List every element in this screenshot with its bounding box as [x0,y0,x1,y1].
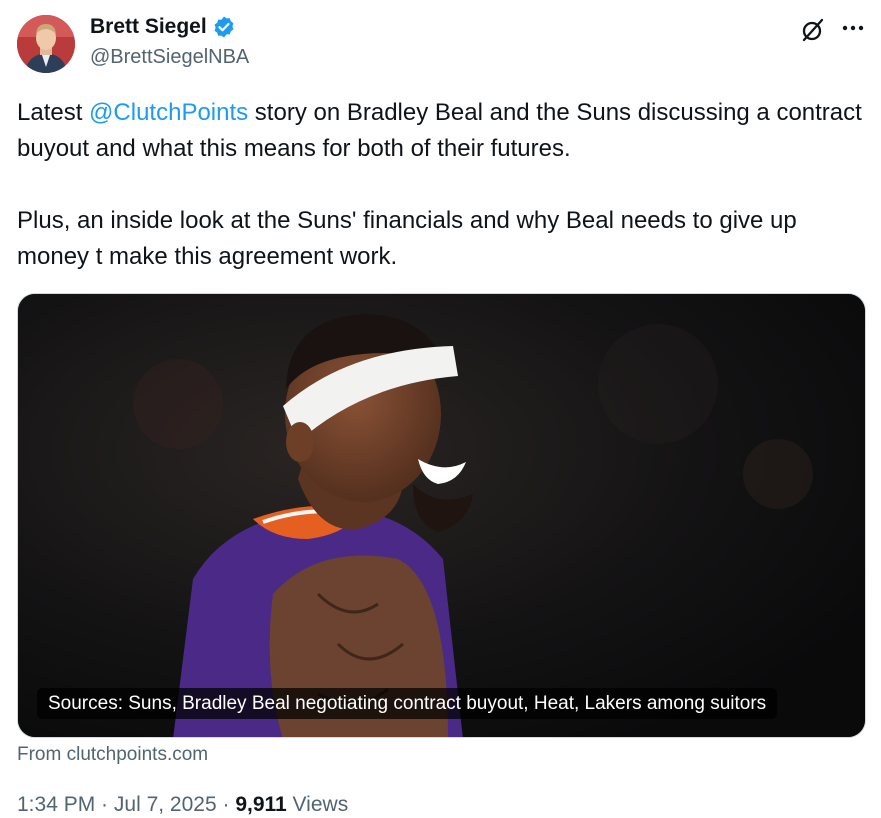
tweet-paragraph-1: Latest @ClutchPoints story on Bradley Be… [17,99,862,162]
tweet-meta: 1:34 PM · Jul 7, 2025 · 9,911 Views [17,793,349,816]
link-card[interactable]: Sources: Suns, Bradley Beal negotiating … [17,293,866,738]
author-avatar[interactable] [17,15,75,73]
tweet-text: Latest @ClutchPoints story on Bradley Be… [17,95,872,275]
more-options-icon[interactable] [840,17,866,43]
verified-badge-icon [212,15,236,39]
article-image [18,294,865,737]
views-count: 9,911 [235,793,287,816]
author-handle[interactable]: @BrettSiegelNBA [90,46,249,69]
card-source[interactable]: From clutchpoints.com [17,744,208,766]
grok-icon[interactable] [800,17,826,43]
tweet-date[interactable]: Jul 7, 2025 [114,793,217,816]
avatar-photo-icon [17,15,75,73]
mention-link[interactable]: @ClutchPoints [89,99,248,126]
author-display-name[interactable]: Brett Siegel [90,15,207,39]
card-caption: Sources: Suns, Bradley Beal negotiating … [37,688,778,719]
tweet-paragraph-2: Plus, an inside look at the Suns' financ… [17,207,797,270]
tweet-time[interactable]: 1:34 PM [17,793,95,816]
views-label: Views [286,793,349,816]
